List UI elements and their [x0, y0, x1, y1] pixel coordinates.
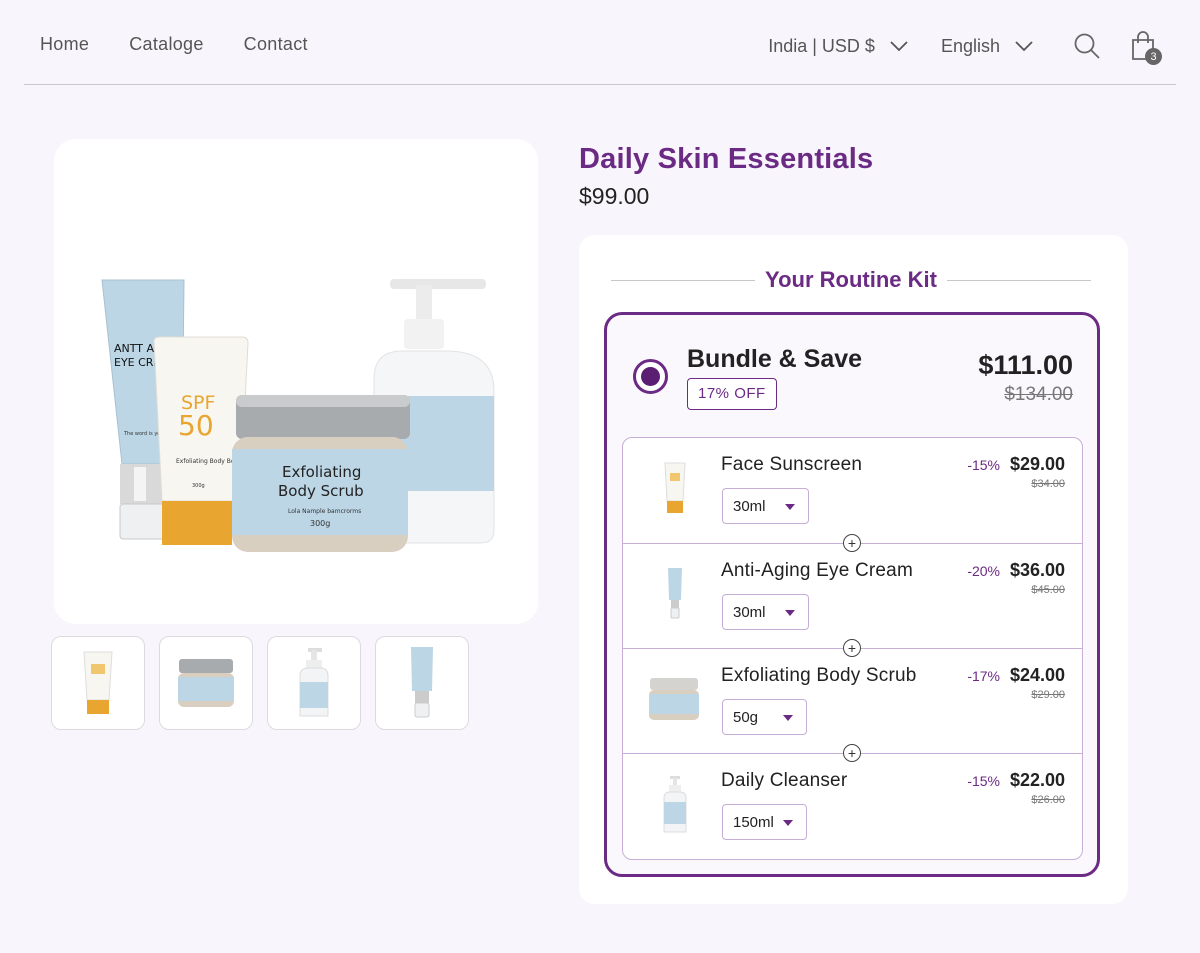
body-scrub-item-icon [649, 678, 699, 720]
body-scrub-thumbnail-icon [178, 659, 234, 707]
heading-divider-left [611, 279, 756, 281]
bundle-item-daily-cleanser: Daily Cleanser 150ml -15% $22.00 $26.00 [623, 753, 1082, 858]
item-size-value: 150ml [733, 813, 774, 831]
cleanser-item-icon [663, 776, 687, 833]
plus-icon: + [843, 639, 861, 657]
item-name: Exfoliating Body Scrub [721, 665, 917, 686]
thumbnail-cleanser[interactable] [267, 636, 361, 730]
item-discount: -20% [967, 563, 1000, 579]
jar-label-line1: Exfoliating [282, 463, 361, 481]
item-price: $29.00 [1009, 454, 1065, 474]
caret-down-icon [785, 504, 795, 510]
item-original-price: $29.00 [1031, 689, 1065, 701]
search-button[interactable] [1070, 29, 1104, 63]
item-image [647, 669, 701, 729]
bundle-item-list: Face Sunscreen 30ml -15% $29.00 $34.00 A… [622, 437, 1083, 860]
product-price: $99.00 [579, 183, 650, 209]
jar-label-line2: Body Scrub [278, 482, 364, 500]
product-main-image: ANTT AG EYE CRE The word is yours for yo… [54, 139, 538, 624]
bundle-option-card[interactable]: Bundle & Save 17% OFF $111.00 $134.00 Fa… [604, 312, 1100, 877]
caret-down-icon [783, 715, 793, 721]
sunscreen-item-icon [664, 462, 686, 513]
item-image [653, 564, 697, 624]
heading-divider-right [946, 279, 1092, 281]
item-size-select[interactable]: 30ml [722, 594, 809, 630]
bundle-item-eye-cream: Anti-Aging Eye Cream 30ml -20% $36.00 $4… [623, 543, 1082, 648]
main-nav: Home Cataloge Contact [40, 34, 308, 55]
nav-home-link[interactable]: Home [40, 34, 89, 55]
product-group-illustration: ANTT AG EYE CRE The word is yours for yo… [101, 279, 495, 552]
plus-icon: + [843, 744, 861, 762]
jar-weight: 300g [310, 519, 330, 528]
bundle-discount-badge: 17% OFF [687, 378, 777, 410]
header-actions: India | USD $ English 3 [768, 28, 1176, 65]
bundle-item-body-scrub: Exfoliating Body Scrub 50g -17% $24.00 $… [623, 648, 1082, 753]
item-price: $22.00 [1009, 770, 1065, 790]
item-size-value: 30ml [733, 603, 766, 621]
plus-icon: + [843, 534, 861, 552]
thumbnail-strip [51, 636, 469, 730]
sunscreen-thumbnail-icon [83, 651, 113, 714]
search-icon [1074, 33, 1100, 59]
eye-cream-item-icon [668, 568, 682, 619]
item-name: Daily Cleanser [721, 770, 848, 791]
bundle-price: $111.00 [978, 350, 1073, 380]
item-discount: -15% [967, 773, 1000, 789]
item-size-value: 50g [733, 708, 759, 726]
language-label: English [940, 35, 1000, 56]
caret-down-icon [783, 820, 793, 826]
cart-count-badge: 3 [1145, 48, 1162, 65]
cleanser-thumbnail-icon [299, 648, 329, 717]
item-size-select[interactable]: 30ml [722, 488, 809, 524]
country-currency-label: India | USD $ [768, 35, 875, 56]
routine-kit-title: Your Routine Kit [765, 267, 937, 292]
bundle-name: Bundle & Save [687, 345, 863, 373]
item-size-select[interactable]: 50g [722, 699, 807, 735]
item-original-price: $34.00 [1031, 478, 1065, 490]
item-image [653, 774, 697, 834]
item-size-select[interactable]: 150ml [722, 804, 807, 840]
item-image [653, 458, 697, 518]
country-currency-dropdown[interactable]: India | USD $ [768, 36, 909, 57]
cart-button[interactable]: 3 [1126, 29, 1162, 65]
routine-kit-panel: Your Routine Kit Bundle & Save 17% OFF $… [579, 235, 1128, 904]
item-price: $24.00 [1009, 665, 1065, 685]
thumbnail-body-scrub[interactable] [159, 636, 253, 730]
item-original-price: $45.00 [1031, 584, 1065, 596]
bundle-radio-button[interactable] [633, 359, 668, 394]
language-dropdown[interactable]: English [941, 36, 1034, 57]
item-discount: -17% [967, 668, 1000, 684]
product-title: Daily Skin Essentials [579, 143, 874, 175]
site-header: Home Cataloge Contact India | USD $ Engl… [24, 0, 1176, 85]
item-original-price: $26.00 [1031, 794, 1065, 806]
item-name: Anti-Aging Eye Cream [721, 560, 913, 581]
item-size-value: 30ml [733, 497, 766, 515]
thumbnail-sunscreen[interactable] [51, 636, 145, 730]
bundle-original-price: $134.00 [1004, 384, 1073, 405]
item-name: Face Sunscreen [721, 454, 863, 475]
spf-weight: 300g [192, 483, 205, 489]
jar-small-text: Lola Nample bamcrorms [288, 508, 361, 515]
routine-kit-heading: Your Routine Kit [611, 265, 1092, 295]
caret-down-icon [785, 610, 795, 616]
tube-label-line2: EYE CRE [114, 356, 160, 369]
nav-contact-link[interactable]: Contact [244, 34, 308, 55]
item-price: $36.00 [1009, 560, 1065, 580]
eye-cream-thumbnail-icon [411, 647, 433, 718]
bundle-item-face-sunscreen: Face Sunscreen 30ml -15% $29.00 $34.00 [623, 438, 1082, 543]
chevron-down-icon [1015, 41, 1033, 52]
thumbnail-eye-cream[interactable] [375, 636, 469, 730]
item-discount: -15% [967, 457, 1000, 473]
spf-number: 50 [178, 409, 214, 442]
nav-catalog-link[interactable]: Cataloge [129, 34, 203, 55]
chevron-down-icon [890, 41, 908, 52]
